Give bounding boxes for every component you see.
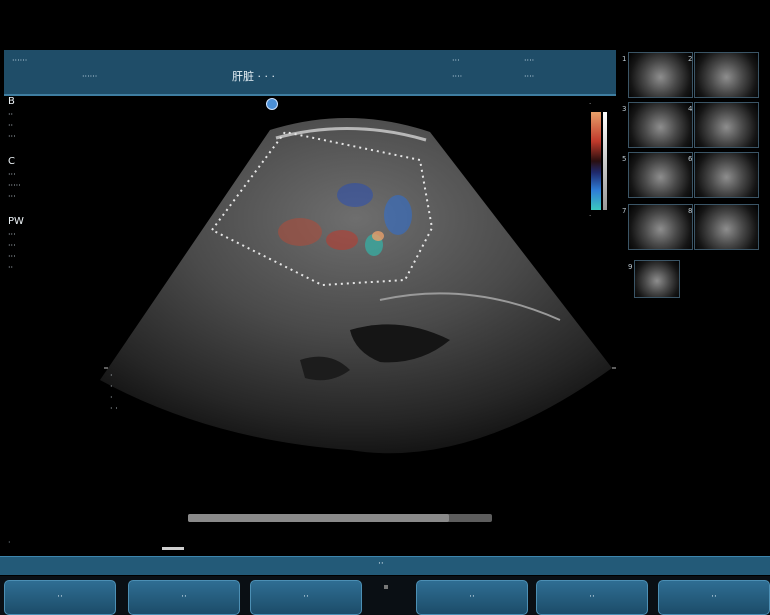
softkey-5[interactable]: ··: [536, 580, 648, 615]
thumbnail[interactable]: 6: [688, 152, 759, 198]
softkey-1[interactable]: ··: [4, 580, 116, 615]
colorbar-top-label: ·: [589, 100, 592, 108]
softkey-bar: ·· ·· ·· ·· ·· ··: [0, 576, 770, 615]
info-row: ·: [110, 393, 113, 402]
doppler-flow-orange: [372, 231, 384, 241]
softkey-4[interactable]: ··: [416, 580, 528, 615]
scale-marker: [162, 547, 184, 550]
thumbnail[interactable]: 9: [628, 260, 680, 298]
thumbnail[interactable]: 2: [688, 52, 759, 98]
info-row: ·: [110, 371, 113, 380]
info-row: · ·: [110, 404, 118, 413]
doppler-flow-red: [326, 230, 358, 250]
thumbnail[interactable]: 7: [622, 204, 693, 250]
status-bar: ··: [0, 556, 770, 575]
footer-hint: ·: [8, 538, 11, 547]
info-row: ·: [110, 382, 113, 391]
softkey-2[interactable]: ··: [128, 580, 240, 615]
softkey-6[interactable]: ··: [658, 580, 770, 615]
status-label: ··: [378, 559, 384, 569]
scan-sector: [100, 117, 612, 454]
doppler-flow-red: [278, 218, 322, 246]
image-thumbnails: 1 2 3 4 5 6 7 8 9: [620, 52, 760, 302]
thumbnail[interactable]: 5: [622, 152, 693, 198]
measurement-info: · · · · ·: [110, 370, 118, 414]
cine-progress-bar[interactable]: [188, 514, 492, 522]
doppler-flow-blue: [384, 195, 412, 235]
thumbnail[interactable]: 1: [622, 52, 693, 98]
gray-scale-bar: [603, 112, 607, 210]
colorbar-bottom-label: ·: [589, 212, 592, 220]
probe-orientation-marker: [266, 98, 278, 110]
thumbnail[interactable]: 3: [622, 102, 693, 148]
cine-progress-fill: [188, 514, 450, 522]
thumbnail[interactable]: 4: [688, 102, 759, 148]
color-velocity-scale: [591, 112, 601, 210]
thumbnail[interactable]: 8: [688, 204, 759, 250]
softkey-separator: [384, 585, 388, 589]
softkey-3[interactable]: ··: [250, 580, 362, 615]
doppler-flow-blue: [337, 183, 373, 207]
